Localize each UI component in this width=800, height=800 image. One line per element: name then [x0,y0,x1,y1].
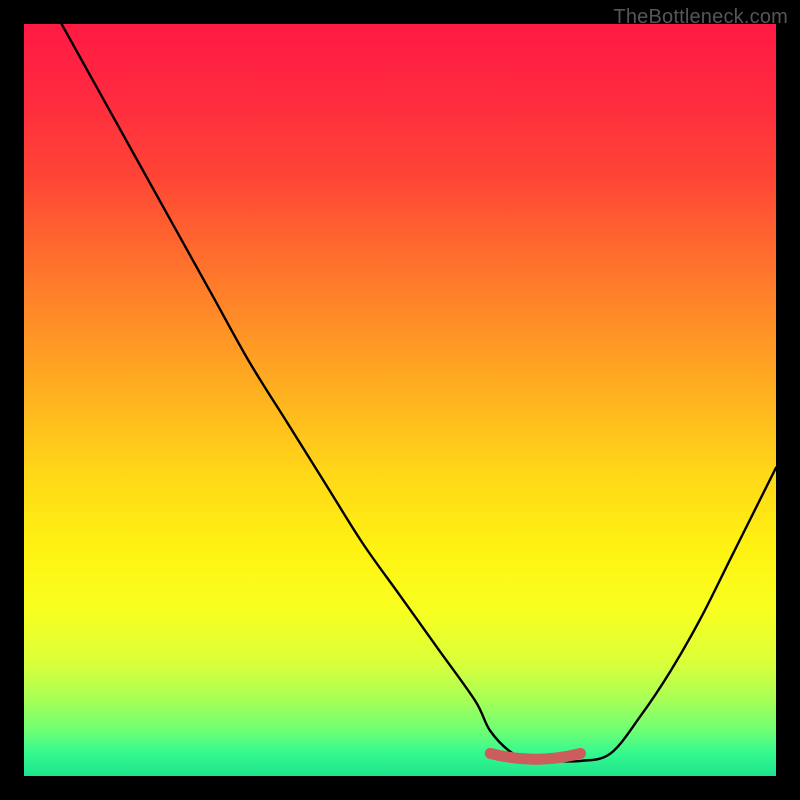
curve-layer [24,24,776,776]
chart-frame: TheBottleneck.com [0,0,800,800]
bottleneck-curve [62,24,776,762]
plateau-highlight [490,753,580,759]
watermark-text: TheBottleneck.com [613,6,788,29]
plot-area [24,24,776,776]
